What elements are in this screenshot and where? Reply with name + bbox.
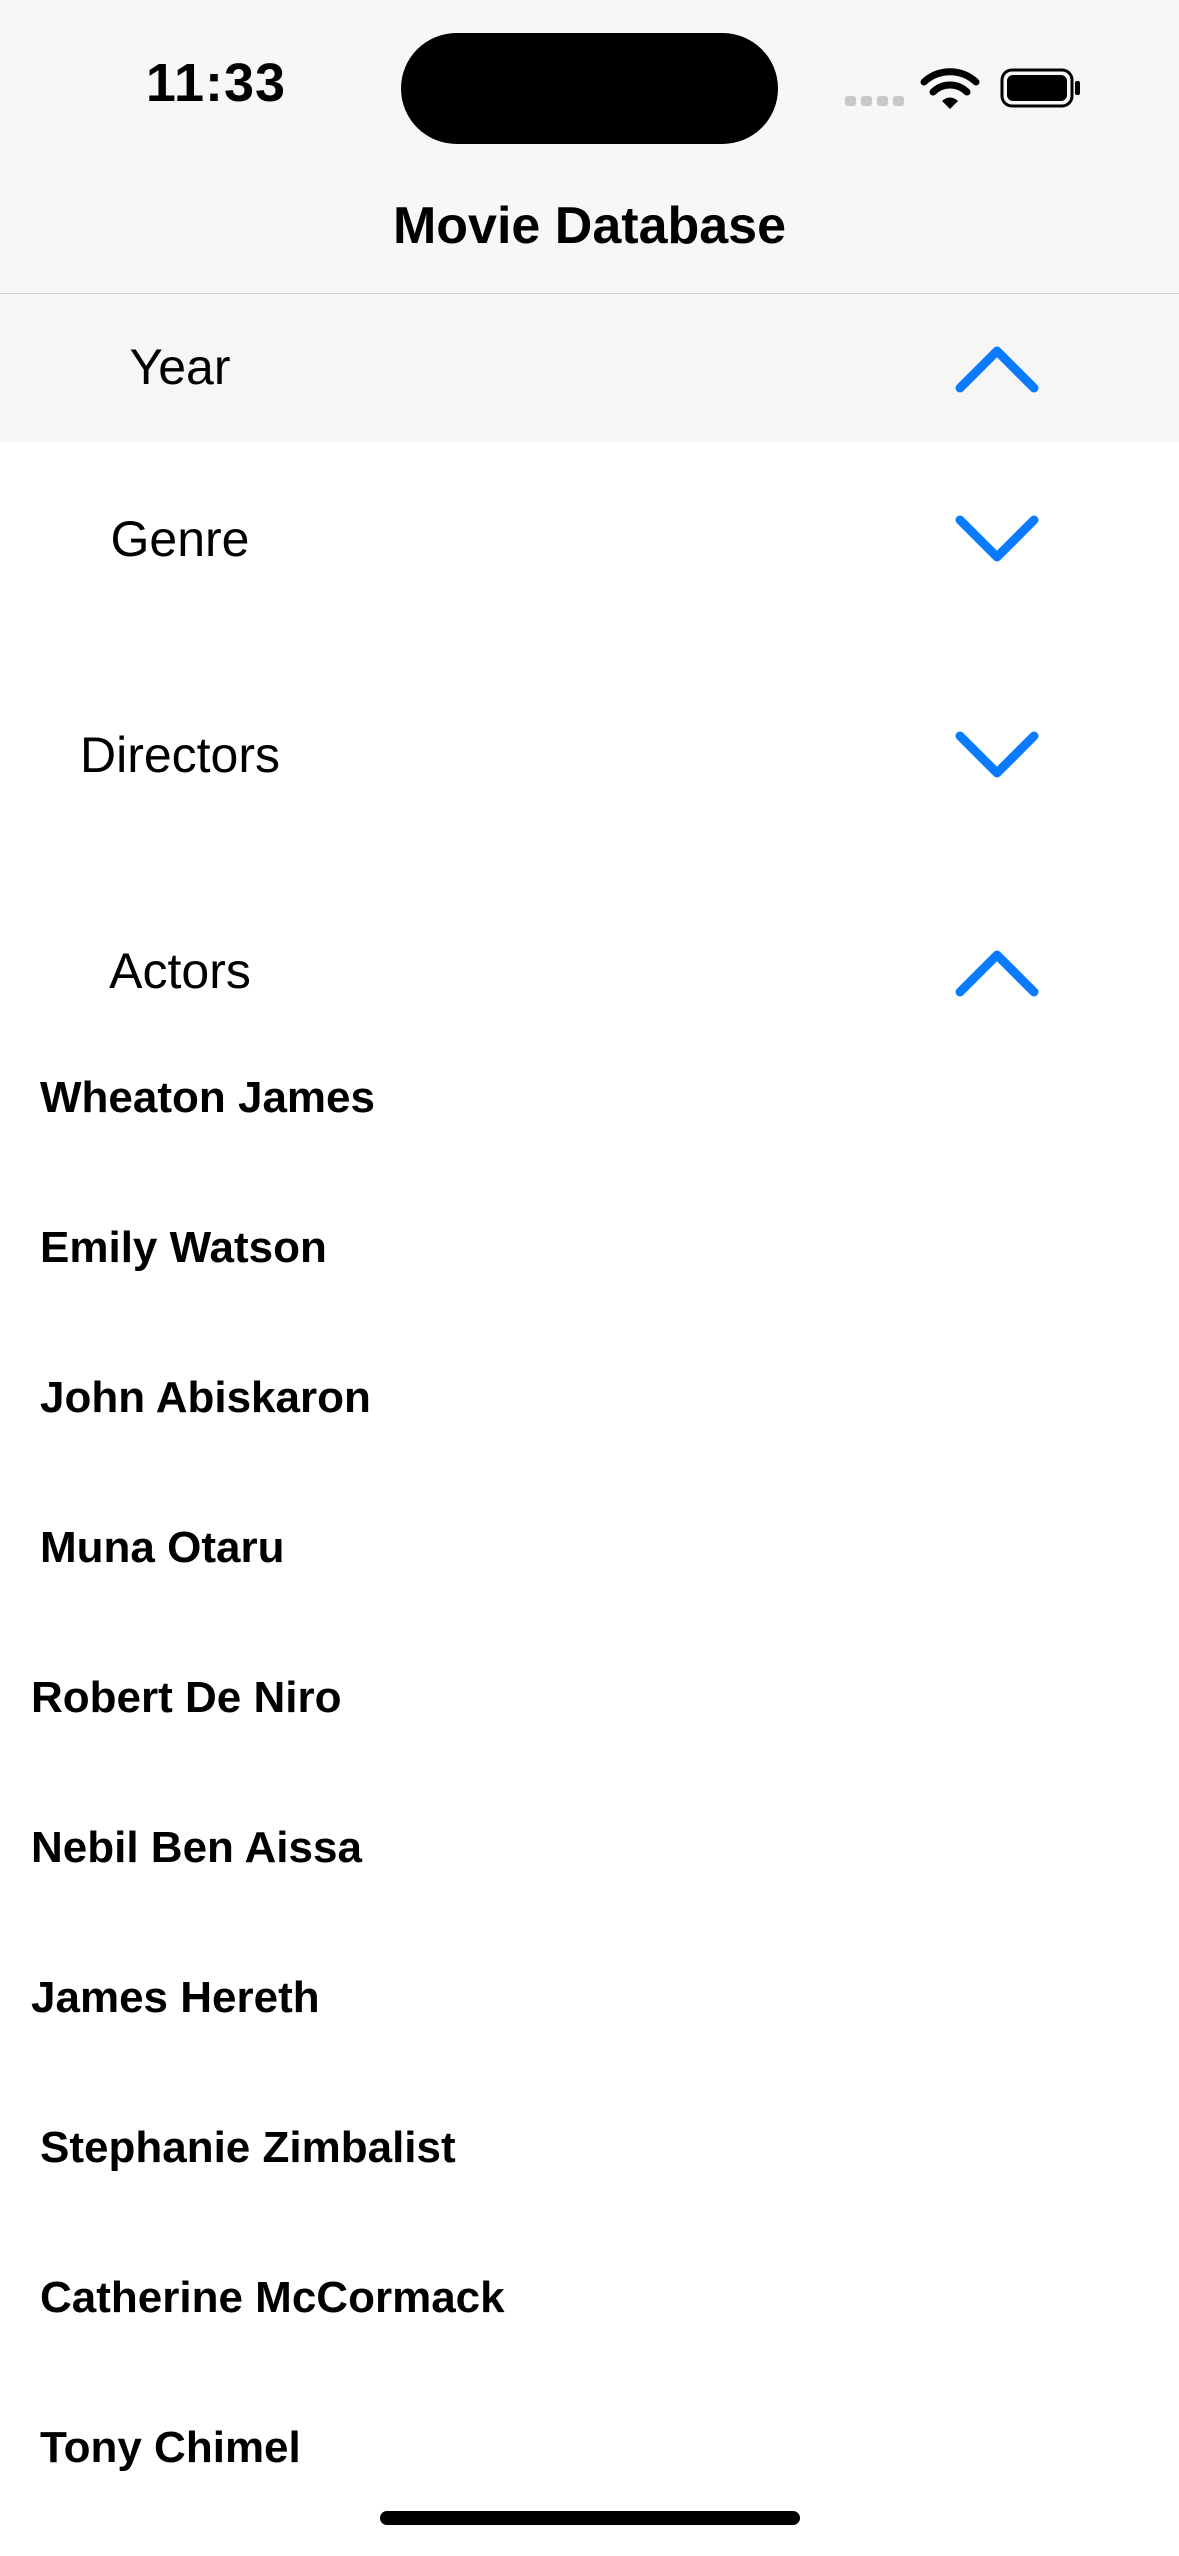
status-bar-time: 11:33 [145,53,287,113]
movie-database-screen: 11:33 Movie Database Year Genre Director… [0,0,1179,2556]
section-label-directors: Directors [79,727,281,783]
section-label-genre: Genre [110,511,250,567]
cellular-signal-icon [845,96,905,106]
home-indicator[interactable] [380,2511,800,2525]
list-item[interactable]: James Hereth [31,1973,320,2023]
list-item[interactable]: Robert De Niro [31,1673,341,1723]
list-item[interactable]: Wheaton James [40,1073,375,1123]
section-actors[interactable]: Actors [0,906,1179,1036]
section-year[interactable]: Year [0,294,1179,442]
section-label-year: Year [129,339,231,395]
list-item[interactable]: Catherine McCormack [40,2273,505,2323]
page-title: Movie Database [392,197,787,255]
list-item[interactable]: Tony Chimel [40,2423,301,2473]
battery-icon [1000,68,1082,108]
wifi-icon [920,66,980,110]
section-directors[interactable]: Directors [0,690,1179,820]
section-genre[interactable]: Genre [0,442,1179,632]
list-item[interactable]: Stephanie Zimbalist [40,2123,456,2173]
chevron-up-icon[interactable] [952,944,1042,1000]
dynamic-island [401,33,778,144]
chevron-down-icon[interactable] [952,512,1042,568]
list-item[interactable]: Emily Watson [40,1223,327,1273]
chevron-up-icon[interactable] [952,340,1042,396]
list-item[interactable]: Muna Otaru [40,1523,284,1573]
section-label-actors: Actors [109,943,251,999]
chevron-down-icon[interactable] [952,728,1042,784]
list-item[interactable]: John Abiskaron [40,1373,371,1423]
list-item[interactable]: Nebil Ben Aissa [31,1823,362,1873]
